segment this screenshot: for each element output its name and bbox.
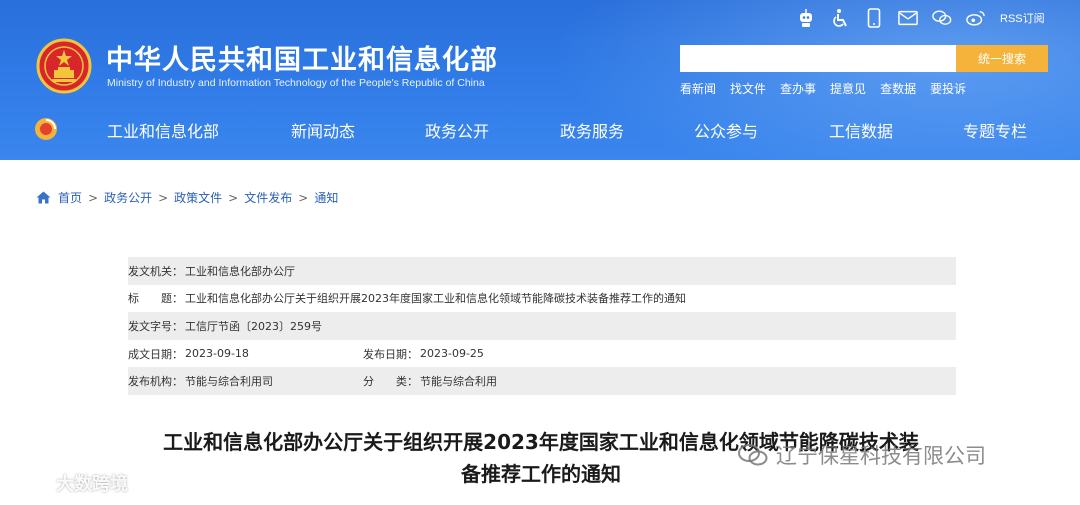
quick-link-services[interactable]: 查办事 [780, 80, 816, 97]
nav-item-news[interactable]: 新闻动态 [291, 118, 355, 142]
wechat-icon[interactable] [932, 8, 952, 28]
category-label-part1: 分 [363, 375, 374, 389]
meta-row-dates: 成文日期： 2023-09-18 发布日期： 2023-09-25 [128, 340, 956, 368]
issuer-label: 发文机关： [128, 264, 183, 278]
quick-link-files[interactable]: 找文件 [730, 80, 766, 97]
published-date-value: 2023-09-25 [420, 347, 484, 361]
weibo-icon[interactable] [966, 8, 986, 28]
category-label-part2: 类： [396, 375, 418, 389]
search-bar: 统一搜索 [680, 45, 1048, 72]
meta-row-org: 发布机构： 节能与综合利用司 分 类： 节能与综合利用 [128, 367, 956, 395]
written-date-value: 2023-09-18 [185, 347, 249, 361]
category-value: 节能与综合利用 [420, 375, 497, 389]
quick-links: 看新闻 找文件 查办事 提意见 查数据 要投诉 [680, 80, 966, 97]
search-input[interactable] [680, 45, 956, 72]
published-date-label: 发布日期： [363, 347, 418, 361]
quick-link-data[interactable]: 查数据 [880, 80, 916, 97]
quick-link-news[interactable]: 看新闻 [680, 80, 716, 97]
breadcrumb-separator: > [228, 190, 239, 205]
meta-row-title: 标 题： 工业和信息化部办公厅关于组织开展2023年度国家工业和信息化领域节能降… [128, 285, 956, 313]
nav-item-special-topics[interactable]: 专题专栏 [963, 118, 1027, 142]
breadcrumb-home[interactable]: 首页 [58, 189, 82, 206]
breadcrumb-policy-files[interactable]: 政策文件 [174, 189, 222, 206]
title-label-part1: 标 [128, 292, 139, 306]
breadcrumb: 首页 > 政务公开 > 政策文件 > 文件发布 > 通知 [36, 189, 338, 206]
nav-item-public-participation[interactable]: 公众参与 [694, 118, 758, 142]
written-date-label: 成文日期： [128, 347, 183, 361]
mobile-icon[interactable] [864, 8, 884, 28]
document-meta-table: 发文机关： 工业和信息化部办公厅 标 题： 工业和信息化部办公厅关于组织开展20… [128, 257, 956, 395]
robot-assistant-icon[interactable] [796, 8, 816, 28]
org-label: 发布机构： [128, 375, 183, 389]
quick-link-complaint[interactable]: 要投诉 [930, 80, 966, 97]
main-nav: 工业和信息化部 新闻动态 政务公开 政务服务 公众参与 工信数据 专题专栏 [0, 108, 1080, 152]
breadcrumb-gov-affairs[interactable]: 政务公开 [104, 189, 152, 206]
accessibility-icon[interactable] [830, 8, 850, 28]
watermark-left: 大数跨境 [10, 470, 128, 496]
breadcrumb-file-release[interactable]: 文件发布 [244, 189, 292, 206]
doc-number-label: 发文字号： [128, 319, 183, 333]
site-title: 中华人民共和国工业和信息化部 [106, 45, 498, 76]
home-icon[interactable] [36, 191, 51, 204]
nav-item-gov-affairs[interactable]: 政务公开 [425, 118, 489, 142]
issuer-value: 工业和信息化部办公厅 [185, 264, 295, 278]
nav-item-gov-services[interactable]: 政务服务 [560, 118, 624, 142]
meta-row-issuer: 发文机关： 工业和信息化部办公厅 [128, 257, 956, 285]
watermark-right: 辽宁保星科技有限公司 [738, 440, 986, 470]
title-value: 工业和信息化部办公厅关于组织开展2023年度国家工业和信息化领域节能降碳技术装备… [185, 292, 686, 306]
title-label-part2: 题： [161, 292, 183, 306]
site-header: 中华人民共和国工业和信息化部 Ministry of Industry and … [0, 0, 1080, 160]
watermark-right-text: 辽宁保星科技有限公司 [776, 444, 986, 468]
org-value: 节能与综合利用司 [185, 375, 273, 389]
watermark-left-text: 大数跨境 [56, 474, 128, 495]
nav-item-data[interactable]: 工信数据 [829, 118, 893, 142]
watermark-logo-icon [11, 472, 49, 494]
quick-link-feedback[interactable]: 提意见 [830, 80, 866, 97]
breadcrumb-separator: > [88, 190, 99, 205]
meta-row-doc-number: 发文字号： 工信厅节函〔2023〕259号 [128, 312, 956, 340]
gov-logo-icon[interactable] [33, 116, 59, 142]
doc-number-value: 工信厅节函〔2023〕259号 [185, 319, 322, 333]
rss-subscribe-link[interactable]: RSS订阅 [1000, 10, 1045, 26]
national-emblem-icon[interactable] [36, 38, 92, 94]
mail-icon[interactable] [898, 8, 918, 28]
search-button[interactable]: 统一搜索 [956, 45, 1048, 72]
breadcrumb-separator: > [298, 190, 309, 205]
breadcrumb-notice[interactable]: 通知 [314, 189, 338, 206]
nav-item-ministry[interactable]: 工业和信息化部 [107, 118, 219, 142]
site-subtitle: Ministry of Industry and Information Tec… [107, 77, 485, 89]
utility-icons: RSS订阅 [796, 7, 1045, 29]
breadcrumb-separator: > [158, 190, 169, 205]
wechat-watermark-icon [738, 444, 768, 466]
